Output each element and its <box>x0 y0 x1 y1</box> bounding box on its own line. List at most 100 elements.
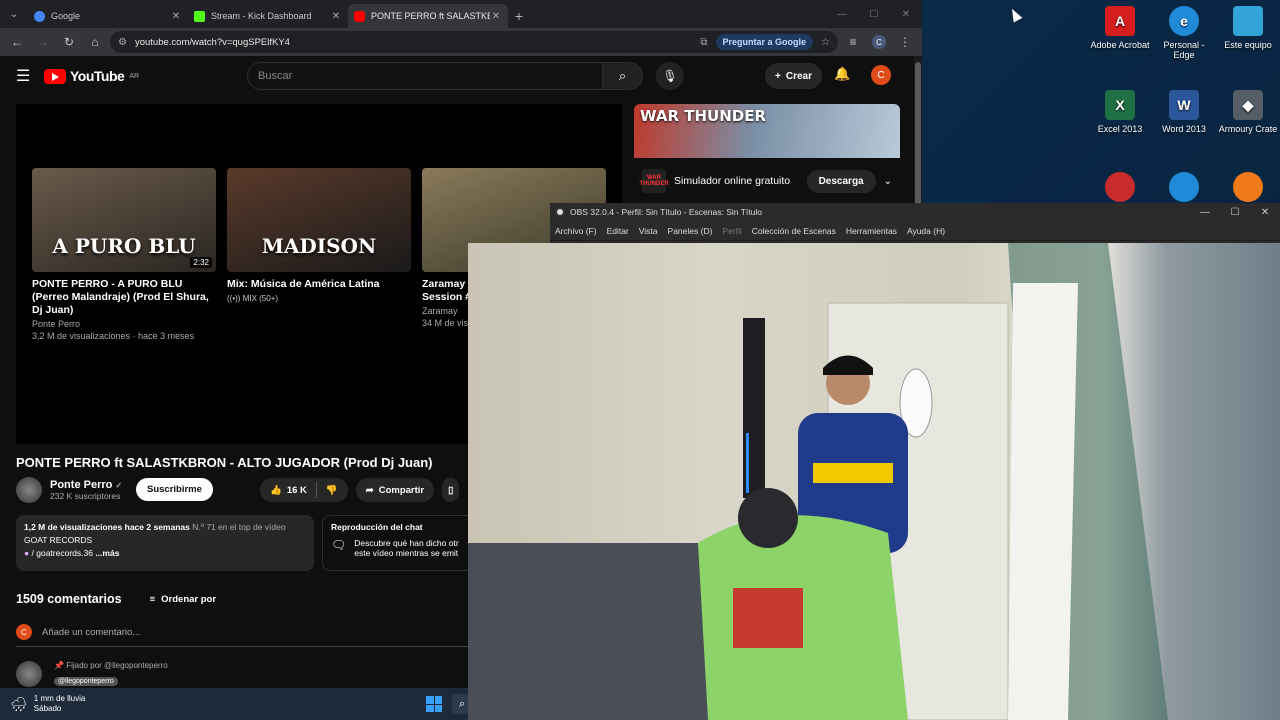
subscribe-button[interactable]: Suscribirme <box>136 478 213 501</box>
forward-icon[interactable]: → <box>32 31 54 53</box>
site-info-icon[interactable]: ⚙ <box>118 37 127 48</box>
profile-button[interactable]: C <box>868 31 890 53</box>
edge-icon: e <box>1169 6 1199 36</box>
menu-coleccion-escenas[interactable]: Colección de Escenas <box>752 226 836 236</box>
desktop-icon-edge[interactable]: e Personal - Edge <box>1152 6 1216 60</box>
edge-new-icon <box>1169 172 1199 202</box>
comments-header: 1509 comentarios ≡ Ordenar por <box>16 592 217 606</box>
endcard-mix[interactable]: MADISON Mix: Música de América Latina ((… <box>227 168 411 303</box>
acrobat-icon: A <box>1105 6 1135 36</box>
add-comment-field[interactable]: C Añade un comentario... <box>16 624 468 647</box>
ask-google-button[interactable]: Preguntar a Google <box>715 34 814 50</box>
ad-info: WAR THUNDER Simulador online gratuito De… <box>634 158 900 204</box>
sponsored-ad[interactable]: WAR THUNDER WAR THUNDER Simulador online… <box>634 104 900 204</box>
save-icon[interactable]: ▯ <box>442 478 460 502</box>
tab-search-icon[interactable]: ⌄ <box>0 0 28 28</box>
rain-cloud-icon: 🌧 <box>10 695 28 712</box>
desktop-icon-edge-new[interactable] <box>1152 172 1216 206</box>
endcard-thumbnail: MADISON <box>227 168 411 272</box>
chevron-down-icon[interactable]: ⌄ <box>884 176 892 187</box>
kick-favicon-icon <box>194 10 205 22</box>
more-link[interactable]: ...más <box>95 548 119 558</box>
channel-avatar[interactable] <box>16 477 42 503</box>
notifications-bell-icon[interactable]: 🔔 <box>834 66 850 82</box>
tab-bar: ⌄ Google ✕ Stream - Kick Dashboard ✕ PON… <box>0 0 922 28</box>
commenter-avatar[interactable] <box>16 661 42 687</box>
avatar[interactable]: C <box>871 65 891 85</box>
home-icon[interactable]: ⌂ <box>84 31 106 53</box>
back-icon[interactable]: ← <box>6 31 28 53</box>
share-icon: ➦ <box>365 484 374 496</box>
weather-widget[interactable]: 🌧 1 mm de lluvia Sábado <box>10 694 85 714</box>
tab-kick[interactable]: Stream - Kick Dashboard ✕ <box>188 4 348 28</box>
channel-info: Ponte Perro ✓ 232 K suscriptores <box>16 477 122 503</box>
desktop-icon-armoury-crate[interactable]: ◆ Armoury Crate <box>1216 90 1280 134</box>
address-bar[interactable]: ⚙ youtube.com/watch?v=qugSPElfKY4 ⧉ Preg… <box>110 31 838 53</box>
desktop-icon-adobe-acrobat[interactable]: A Adobe Acrobat <box>1088 6 1152 50</box>
maximize-icon[interactable]: ☐ <box>1220 203 1250 221</box>
menu-perfil[interactable]: Perfil <box>722 226 741 236</box>
tab-youtube[interactable]: PONTE PERRO ft SALASTKBRON ✕ <box>348 4 508 28</box>
google-favicon-icon <box>34 10 45 22</box>
share-button[interactable]: ➦ Compartir <box>355 478 435 502</box>
install-icon[interactable]: ⧉ <box>700 37 707 48</box>
menu-vista[interactable]: Vista <box>639 226 658 236</box>
bookmark-star-icon[interactable]: ☆ <box>821 37 830 48</box>
menu-editar[interactable]: Editar <box>607 226 629 236</box>
tab-google[interactable]: Google ✕ <box>28 4 188 28</box>
desktop-icon-this-pc[interactable]: Este equipo <box>1216 6 1280 50</box>
menu-paneles[interactable]: Paneles (D) <box>668 226 713 236</box>
hamburger-menu-icon[interactable]: ☰ <box>16 66 42 86</box>
close-icon[interactable]: ✕ <box>490 11 502 22</box>
plus-icon: + <box>775 70 781 82</box>
avatar: C <box>16 624 32 640</box>
youtube-logo[interactable]: YouTube AR <box>44 68 139 84</box>
endcard-thumbnail: A PURO BLU 2:32 <box>32 168 216 272</box>
video-actions: 👍 16 K 👎 ➦ Compartir ▯ <box>260 478 460 502</box>
menu-archivo[interactable]: Archivo (F) <box>555 226 597 236</box>
menu-ayuda[interactable]: Ayuda (H) <box>907 226 945 236</box>
menu-herramientas[interactable]: Herramientas <box>846 226 897 236</box>
maximize-icon[interactable]: ☐ <box>858 0 890 28</box>
close-window-icon[interactable]: ✕ <box>1250 203 1280 221</box>
ad-banner[interactable]: WAR THUNDER <box>634 104 900 158</box>
minimize-icon[interactable]: — <box>1190 203 1220 221</box>
new-tab-button[interactable]: + <box>508 4 530 28</box>
desktop-icon-app-orange[interactable] <box>1216 172 1280 206</box>
youtube-header: ☰ YouTube AR Buscar ⌕ 🎙 + Crear 🔔 C <box>0 56 914 96</box>
desktop-icon-app-red[interactable] <box>1088 172 1152 206</box>
desktop-icon-excel[interactable]: X Excel 2013 <box>1088 90 1152 134</box>
thumbs-up-icon[interactable]: 👍 <box>270 485 282 496</box>
reload-icon[interactable]: ↻ <box>58 31 80 53</box>
endcard-video[interactable]: A PURO BLU 2:32 PONTE PERRO - A PURO BLU… <box>32 168 216 341</box>
microphone-icon[interactable]: 🎙 <box>656 62 684 90</box>
minimize-icon[interactable]: — <box>826 0 858 28</box>
app-icon <box>1105 172 1135 202</box>
chat-replay-box[interactable]: Reproducción del chat 🗨 Descubre qué han … <box>322 515 482 571</box>
pinned-comment: 📌 Fijado por @llegoponteperro @llegopont… <box>16 661 168 688</box>
search-input[interactable]: Buscar <box>247 62 603 90</box>
channel-name[interactable]: Ponte Perro ✓ <box>50 479 122 491</box>
excel-icon: X <box>1105 90 1135 120</box>
description-link[interactable]: / goatrecords.36 <box>32 548 93 558</box>
sort-button[interactable]: ≡ Ordenar por <box>150 594 216 605</box>
menu-dots-icon[interactable]: ⋮ <box>894 31 916 53</box>
download-button[interactable]: Descarga <box>806 169 876 193</box>
verified-icon: ✓ <box>115 481 123 490</box>
create-button[interactable]: + Crear <box>765 63 822 89</box>
toolbar: ← → ↻ ⌂ ⚙ youtube.com/watch?v=qugSPElfKY… <box>0 28 922 56</box>
chat-icon: 🗨 <box>331 538 347 552</box>
description-box[interactable]: 1,2 M de visualizaciones hace 2 semanas … <box>16 515 314 571</box>
close-icon[interactable]: ✕ <box>170 11 182 22</box>
thumbs-down-icon[interactable]: 👎 <box>326 485 338 496</box>
webcam-preview <box>468 243 1280 720</box>
windows-start-icon[interactable] <box>426 696 442 712</box>
close-icon[interactable]: ✕ <box>330 11 342 22</box>
video-title: PONTE PERRO ft SALASTKBRON - ALTO JUGADO… <box>16 455 433 470</box>
link-icon: ● <box>24 548 30 558</box>
close-window-icon[interactable]: ✕ <box>890 0 922 28</box>
search-icon[interactable]: ⌕ <box>603 62 643 90</box>
url-text: youtube.com/watch?v=qugSPElfKY4 <box>134 36 290 48</box>
media-icon[interactable]: ≡ <box>842 31 864 53</box>
desktop-icon-word[interactable]: W Word 2013 <box>1152 90 1216 134</box>
